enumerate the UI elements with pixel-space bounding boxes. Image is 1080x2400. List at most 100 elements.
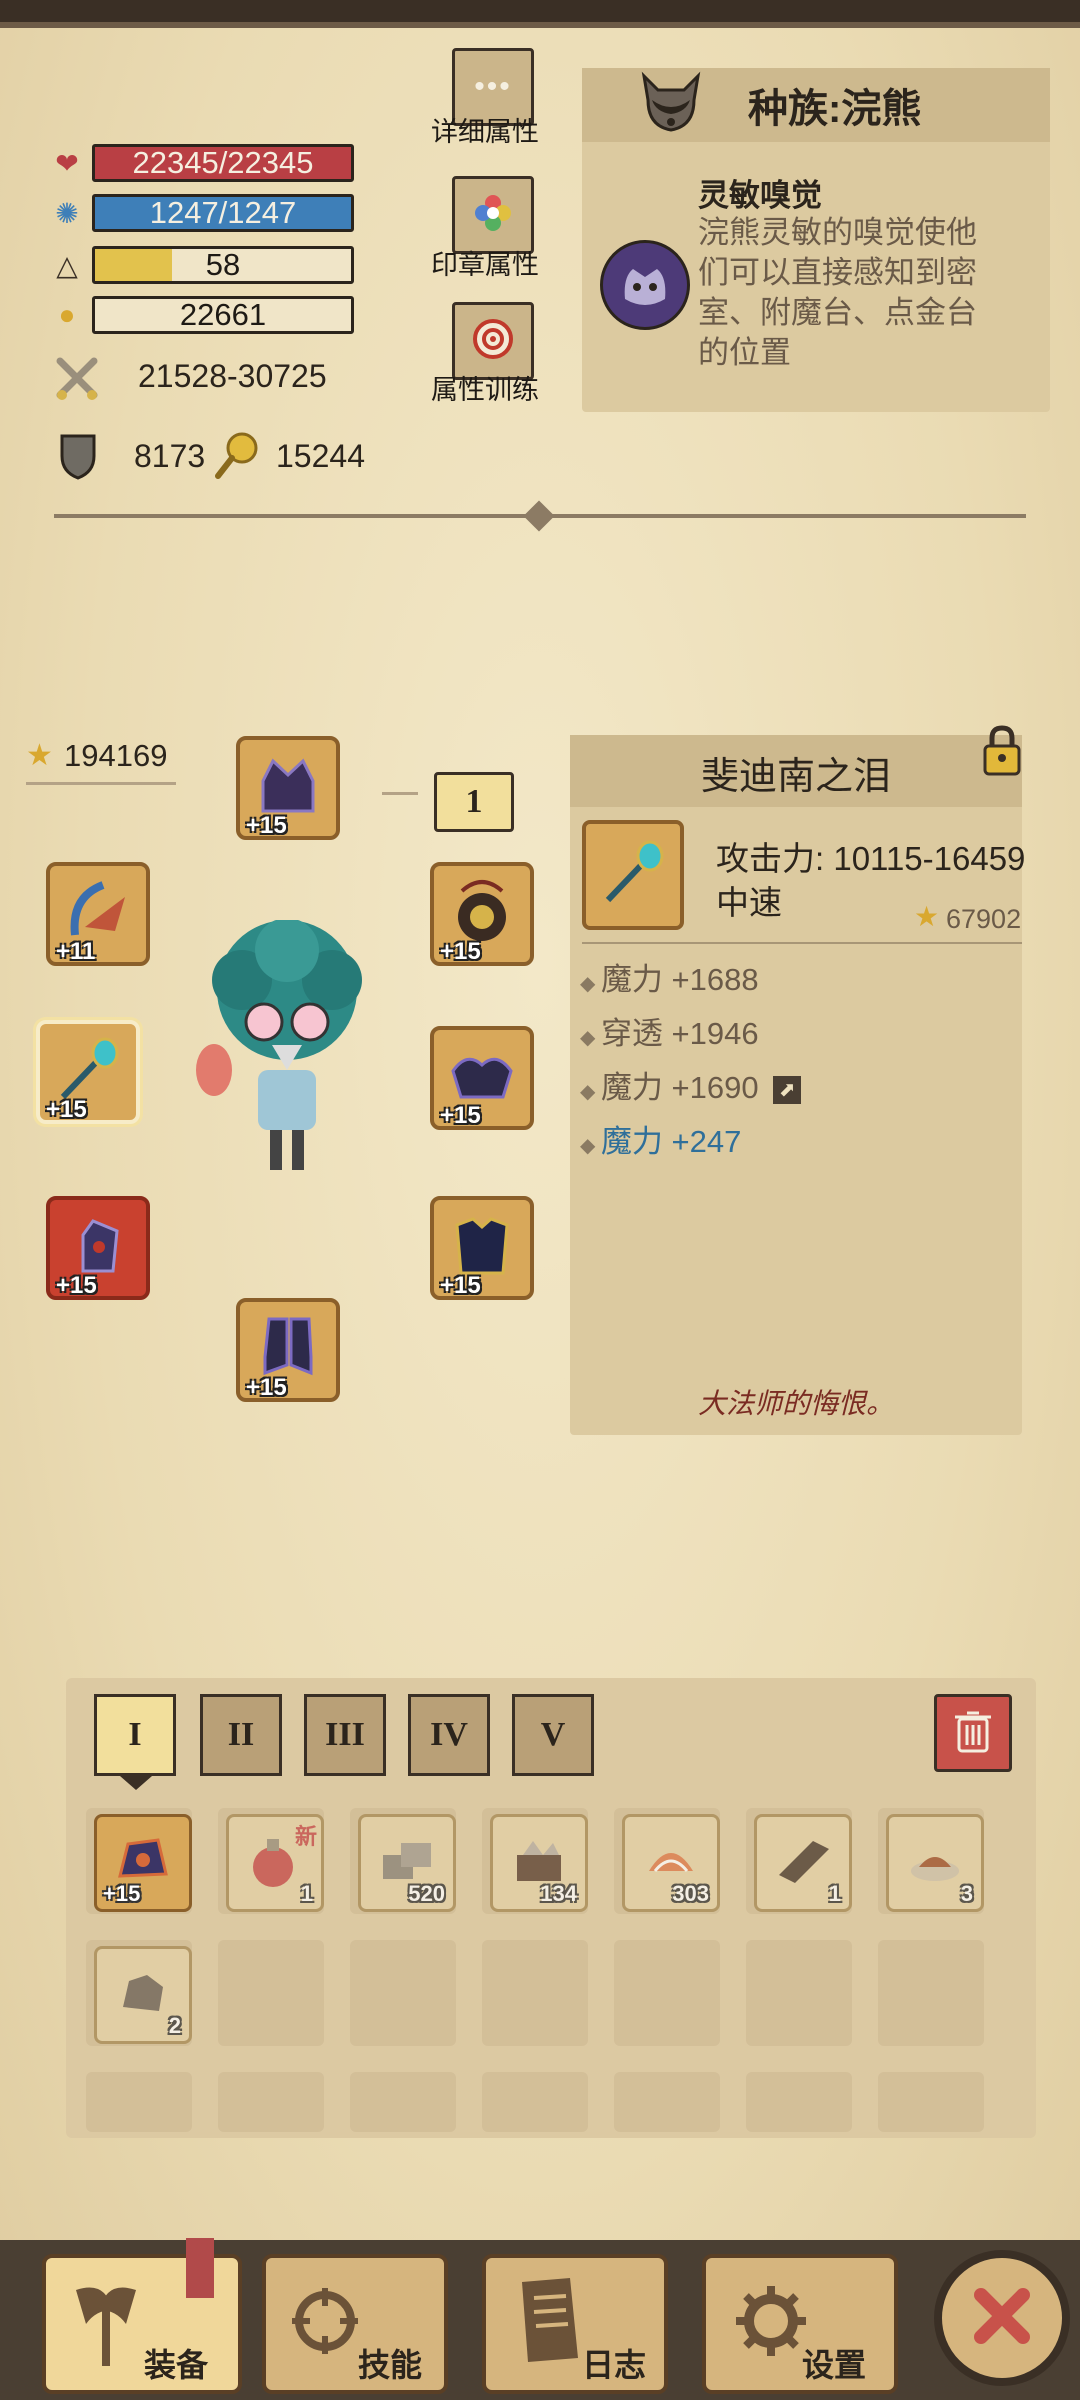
attribute-row: ◆ 魔力 +1690 ⬈ (580, 1063, 802, 1117)
inventory-item-shell[interactable]: 303 (622, 1814, 720, 1912)
inventory-cell[interactable] (878, 2072, 984, 2132)
item-count: 520 (408, 1881, 445, 1906)
nav-log-button[interactable]: 日志 (482, 2254, 668, 2394)
attribute-row: ◆ 魔力 +247 (580, 1124, 742, 1159)
slot-level: +15 (56, 1272, 97, 1299)
attribute-text: 魔力 +1688 (600, 962, 759, 997)
inventory-item-stone[interactable]: 520 (358, 1814, 456, 1912)
item-speed: 中速 (716, 884, 782, 921)
inventory-item-rock[interactable]: 2 (94, 1946, 192, 2044)
dots-icon: ••• (474, 70, 512, 103)
active-tab-indicator (120, 1776, 152, 1790)
attribute-training-label: 属性训练 (431, 375, 539, 405)
staff-icon (598, 838, 668, 913)
inventory-cell[interactable] (614, 1940, 720, 2046)
gold-coins-icon: ● (58, 299, 76, 330)
gold-bar: 22661 (92, 296, 354, 334)
inventory-cell[interactable] (350, 2072, 456, 2132)
inventory-cell[interactable] (614, 2072, 720, 2132)
inventory-item-potion[interactable]: 新 1 (226, 1814, 324, 1912)
attribute-text: 穿透 +1946 (600, 1016, 759, 1051)
inventory-item-plank[interactable]: 1 (754, 1814, 852, 1912)
flower-seal-icon (471, 191, 515, 240)
rock-icon (113, 1963, 173, 2028)
mp-bar: 1247/1247 (92, 194, 354, 232)
attack-value: 21528-30725 (138, 358, 327, 394)
item-count: +15 (103, 1881, 141, 1906)
armor-slot[interactable]: +15 (430, 1196, 534, 1300)
scroll-log-icon (514, 2276, 586, 2366)
slot-level: +15 (440, 1272, 481, 1299)
item-count: 2 (168, 2013, 181, 2038)
seal-attributes-label: 印章属性 (431, 250, 539, 280)
upgrade-arrow-icon: ⬈ (773, 1075, 802, 1104)
inventory-tab-5[interactable]: V (512, 1694, 594, 1776)
shoulder-slot[interactable]: +15 (430, 1026, 534, 1130)
item-count: 134 (540, 1881, 577, 1906)
inventory-cell[interactable] (218, 1940, 324, 2046)
nav-equip-button[interactable]: 装备 (42, 2238, 242, 2394)
nav-equip-label: 装备 (144, 2347, 209, 2383)
fish-plate-icon (905, 1831, 965, 1896)
mp-value: 1247/1247 (149, 195, 297, 230)
star-icon: ★ (26, 739, 53, 772)
item-count: 303 (672, 1881, 709, 1906)
slot-level: +15 (46, 1096, 87, 1123)
slot-level: +15 (246, 1374, 287, 1401)
helmet-slot[interactable]: +15 (236, 736, 340, 840)
skill-sigil-icon (290, 2286, 360, 2356)
lock-icon[interactable] (982, 724, 1022, 776)
hp-bar: 22345/22345 (92, 144, 354, 182)
inventory-cell[interactable] (86, 2072, 192, 2132)
trash-button[interactable] (934, 1694, 1012, 1772)
close-button[interactable] (934, 2250, 1070, 2386)
boots-slot[interactable]: +15 (236, 1298, 340, 1402)
nav-log-label: 日志 (582, 2347, 647, 2383)
inventory-cell[interactable] (218, 2072, 324, 2132)
inventory-tab-1[interactable]: I (94, 1694, 176, 1776)
top-border (0, 0, 1080, 28)
item-count: 1 (828, 1881, 841, 1906)
nav-skills-label: 技能 (358, 2347, 423, 2383)
plank-icon (773, 1831, 833, 1896)
staff-slot[interactable]: +15 (36, 1020, 140, 1124)
equipment-score: 194169 (64, 738, 168, 773)
attribute-text: 魔力 +247 (600, 1124, 742, 1159)
inventory-cell[interactable] (482, 1940, 588, 2046)
heart-icon: ❤ (55, 147, 79, 179)
inventory-cell[interactable] (482, 2072, 588, 2132)
slot-level: +15 (440, 938, 481, 965)
attribute-row: ◆ 穿透 +1946 (580, 1016, 759, 1051)
inventory-cell[interactable] (746, 1940, 852, 2046)
nav-settings-label: 设置 (802, 2347, 867, 2383)
trait-name: 灵敏嗅觉 (698, 178, 822, 213)
glove-slot[interactable]: +15 (46, 1196, 150, 1300)
hp-row: ❤ 22345/22345 (50, 143, 354, 183)
inventory-cell[interactable] (746, 2072, 852, 2132)
mp-row: ✺ 1247/1247 (50, 193, 354, 233)
slot-level: +15 (246, 812, 287, 839)
nav-settings-button[interactable]: 设置 (702, 2254, 898, 2394)
set-count-badge[interactable]: 1 (434, 772, 514, 832)
level-value: 58 (205, 247, 241, 282)
raccoon-character (192, 918, 382, 1180)
detail-attributes-label: 详细属性 (431, 117, 539, 147)
inventory-tab-2[interactable]: II (200, 1694, 282, 1776)
inventory-cell[interactable] (878, 1940, 984, 2046)
inventory-cell[interactable] (350, 1940, 456, 2046)
bow-slot[interactable]: +11 (46, 862, 150, 966)
inventory-tab-3[interactable]: III (304, 1694, 386, 1776)
inventory-item-chest-ore[interactable]: 134 (490, 1814, 588, 1912)
trash-icon (953, 1709, 993, 1758)
item-attributes: ◆ 魔力 +1688 ◆ 穿透 +1946 ◆ 魔力 +1690 ⬈ ◆ 魔力 … (580, 955, 802, 1171)
mana-icon: ✺ (55, 197, 79, 229)
amulet-slot[interactable]: +15 (430, 862, 534, 966)
item-count: 1 (300, 1881, 313, 1906)
inventory-tab-4[interactable]: IV (408, 1694, 490, 1776)
axe-icon (66, 2280, 146, 2370)
new-badge: 新 (294, 1824, 317, 1849)
inventory-item-gear[interactable]: +15 (94, 1814, 192, 1912)
inventory-item-fish-plate[interactable]: 3 (886, 1814, 984, 1912)
nav-skills-button[interactable]: 技能 (262, 2254, 448, 2394)
trait-description: 浣熊灵敏的嗅觉使他 们可以直接感知到密 室、附魔台、点金台 的位置 (698, 213, 1038, 373)
